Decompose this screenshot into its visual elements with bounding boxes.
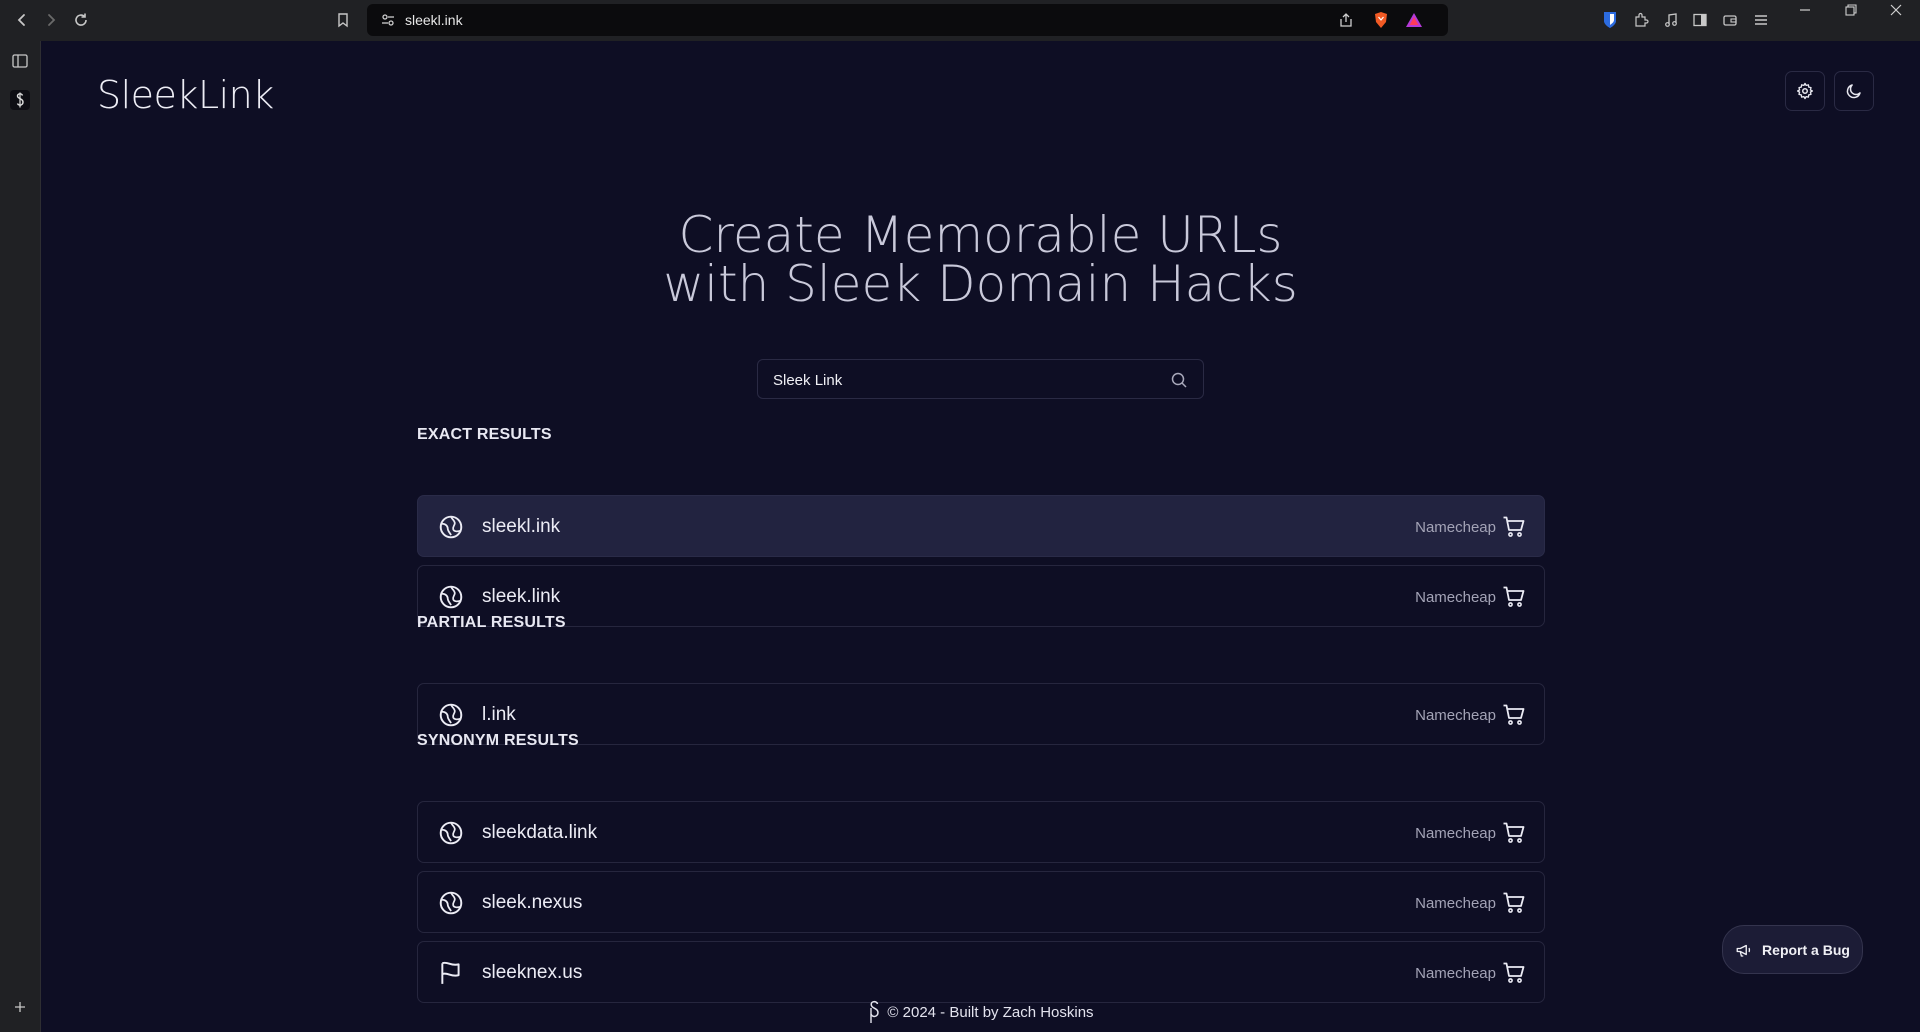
bookmark-icon[interactable] <box>328 5 358 35</box>
music-icon[interactable] <box>1662 11 1680 29</box>
result-row[interactable]: sleeknex.us Namecheap <box>417 941 1545 1003</box>
pinned-tab-sleeklink-icon[interactable] <box>10 90 30 110</box>
megaphone-icon <box>1736 944 1751 957</box>
moon-icon <box>1846 84 1861 99</box>
synonym-results-heading: SYNONYM RESULTS <box>417 732 579 749</box>
wallet-icon[interactable] <box>1721 11 1739 29</box>
result-row[interactable]: sleek.nexus Namecheap <box>417 871 1545 933</box>
share-icon[interactable] <box>1337 12 1355 28</box>
registrar-link[interactable]: Namecheap <box>1415 589 1496 606</box>
globe-icon <box>439 821 463 845</box>
search-icon[interactable] <box>1169 370 1189 390</box>
theme-toggle-button[interactable] <box>1834 71 1874 111</box>
gear-icon <box>1796 82 1814 100</box>
domain-name[interactable]: l.ink <box>482 704 516 726</box>
cart-icon[interactable] <box>1502 821 1526 845</box>
result-row[interactable]: l.ink Namecheap <box>417 683 1545 745</box>
registrar-link[interactable]: Namecheap <box>1415 965 1496 982</box>
add-icon[interactable] <box>10 997 30 1017</box>
settings-button[interactable] <box>1785 71 1825 111</box>
hero-line-2: with Sleek Domain Hacks <box>663 255 1298 313</box>
registrar-link[interactable]: Namecheap <box>1415 519 1496 536</box>
cart-icon[interactable] <box>1502 891 1526 915</box>
footer: © 2024 - Built by Zach Hoskins <box>41 999 1920 1025</box>
hero-title: Create Memorable URLs with Sleek Domain … <box>41 206 1920 313</box>
reload-icon[interactable] <box>66 5 96 35</box>
back-icon[interactable] <box>7 5 37 35</box>
cart-icon[interactable] <box>1502 961 1526 985</box>
partial-results-heading: PARTIAL RESULTS <box>417 614 566 631</box>
extensions-icon[interactable] <box>1632 11 1650 29</box>
browser-toolbar: sleekl.ink <box>0 0 1920 41</box>
cart-icon[interactable] <box>1502 585 1526 609</box>
minimize-icon[interactable] <box>1798 3 1812 20</box>
sleeklink-logo-icon <box>870 1000 880 1023</box>
report-bug-label: Report a Bug <box>1762 941 1850 958</box>
address-bar[interactable]: sleekl.ink <box>367 4 1448 36</box>
footer-text: © 2024 - Built by Zach Hoskins <box>887 1003 1094 1021</box>
cart-icon[interactable] <box>1502 515 1526 539</box>
globe-icon <box>439 703 463 727</box>
result-row[interactable]: sleek.link Namecheap <box>417 565 1545 627</box>
url-text[interactable]: sleekl.ink <box>405 12 463 28</box>
domain-name[interactable]: sleeknex.us <box>482 962 582 984</box>
menu-icon[interactable] <box>1752 11 1770 29</box>
search-box <box>757 359 1204 399</box>
bitwarden-icon[interactable] <box>1601 11 1619 29</box>
forward-icon[interactable] <box>36 5 66 35</box>
restore-icon[interactable] <box>1844 3 1858 20</box>
globe-icon <box>439 891 463 915</box>
close-icon[interactable] <box>1889 3 1903 20</box>
sidebar-toggle-icon[interactable] <box>1691 11 1709 29</box>
domain-name[interactable]: sleekdata.link <box>482 822 597 844</box>
result-row[interactable]: sleekl.ink Namecheap <box>417 495 1545 557</box>
report-bug-button[interactable]: Report a Bug <box>1722 925 1863 974</box>
domain-name[interactable]: sleek.nexus <box>482 892 582 914</box>
globe-icon <box>439 515 463 539</box>
browser-sidebar <box>0 41 41 1032</box>
logo[interactable]: SleekLink <box>97 73 274 117</box>
cart-icon[interactable] <box>1502 703 1526 727</box>
result-row[interactable]: sleekdata.link Namecheap <box>417 801 1545 863</box>
registrar-link[interactable]: Namecheap <box>1415 895 1496 912</box>
site-settings-icon[interactable] <box>379 12 397 28</box>
search-input[interactable] <box>773 369 1153 391</box>
brave-rewards-icon[interactable] <box>1405 12 1423 28</box>
domain-name[interactable]: sleekl.ink <box>482 516 560 538</box>
exact-results-heading: EXACT RESULTS <box>417 426 552 443</box>
sidebar-panel-icon[interactable] <box>10 51 30 71</box>
registrar-link[interactable]: Namecheap <box>1415 825 1496 842</box>
globe-icon <box>439 585 463 609</box>
registrar-link[interactable]: Namecheap <box>1415 707 1496 724</box>
brave-shields-icon[interactable] <box>1372 12 1390 28</box>
domain-name[interactable]: sleek.link <box>482 586 560 608</box>
flag-icon <box>441 961 460 984</box>
page: SleekLink Create Memorable URLs with Sle… <box>41 41 1920 1032</box>
hero-line-1: Create Memorable URLs <box>678 206 1283 264</box>
